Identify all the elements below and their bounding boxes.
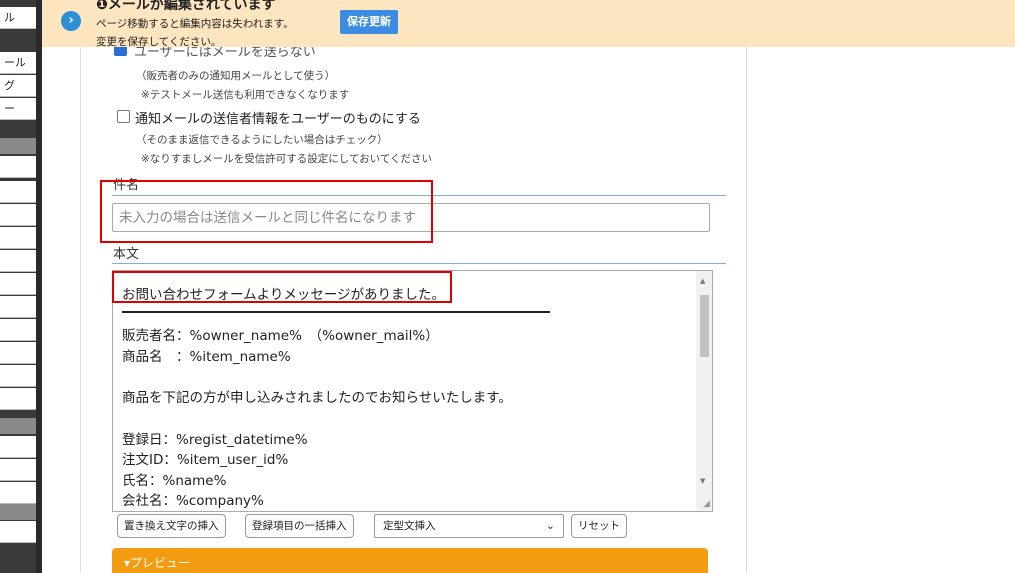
banner-title: ❶メールが編集されています (96, 0, 275, 14)
banner-title-text: メールが編集されています (107, 0, 276, 13)
sidebar-item[interactable] (0, 482, 36, 504)
unsaved-changes-banner: › ❶メールが編集されています ページ移動すると編集内容は失われます。 変更を保… (42, 0, 1015, 48)
sidebar-item[interactable] (0, 227, 36, 249)
info-icon: ❶ (96, 0, 108, 13)
body-scrollbar[interactable]: ▲ ▼ (696, 271, 712, 511)
option-note: ※なりすましメールを受信許可する設定にしておいてください (141, 153, 433, 165)
highlight-box-body-first-line (112, 271, 452, 303)
save-update-button[interactable]: 保存更新 (340, 10, 398, 34)
sidebar-item[interactable] (0, 181, 36, 203)
resize-grip-icon[interactable]: ◢ (703, 499, 710, 509)
sidebar-item[interactable] (0, 250, 36, 272)
sender-user-label: 通知メールの送信者情報をユーザーのものにする (135, 112, 421, 127)
body-line: 商品名 ：%item_name% (122, 349, 291, 365)
option-note: ※テストメール送信も利用できなくなります (141, 89, 350, 101)
scrollbar-thumb[interactable] (700, 295, 709, 357)
sidebar-section-header (0, 504, 36, 520)
chevron-right-icon[interactable]: › (61, 11, 81, 31)
chevron-down-icon: ⌄ (545, 519, 555, 532)
scroll-up-icon[interactable]: ▲ (700, 277, 705, 285)
body-separator-line (122, 311, 550, 313)
sidebar-shadow (36, 0, 42, 573)
sidebar: ル ール グ ー (0, 0, 42, 573)
reset-button[interactable]: リセット (571, 514, 627, 538)
sidebar-item[interactable]: グ (0, 75, 36, 97)
template-select-value: 定型文挿入 (383, 520, 436, 532)
body-line: 登録日：%regist_datetime% (122, 432, 308, 448)
body-line: 会社名：%company% (122, 493, 264, 509)
insert-all-fields-button[interactable]: 登録項目の一括挿入 (245, 514, 354, 538)
option-note: （販売者のみの通知用メールとして使う） (136, 70, 336, 82)
sidebar-item[interactable] (0, 156, 36, 178)
sidebar-item[interactable] (0, 365, 36, 387)
sidebar-item[interactable] (0, 204, 36, 226)
sender-user-checkbox[interactable] (117, 110, 130, 123)
body-line: 氏名：%name% (122, 473, 227, 489)
sidebar-item[interactable] (0, 319, 36, 341)
sidebar-item[interactable]: ー (0, 98, 36, 120)
body-line: 商品を下記の方が申し込みされましたのでお知らせいたします。 (122, 390, 512, 406)
sidebar-item[interactable]: ル (0, 7, 36, 29)
preview-toggle[interactable]: ▾プレビュー (112, 548, 708, 573)
sidebar-item[interactable] (0, 459, 36, 481)
body-label: 本文 (113, 247, 140, 262)
body-line: 販売者名：%owner_name% （%owner_mail%） (122, 328, 439, 344)
banner-message: 変更を保存してください。 (96, 36, 222, 48)
template-select[interactable]: 定型文挿入 ⌄ (374, 514, 564, 538)
body-line: 注文ID：%item_user_id% (122, 452, 289, 468)
scroll-down-icon[interactable]: ▼ (700, 477, 705, 485)
sidebar-item[interactable] (0, 521, 36, 543)
sidebar-item[interactable] (0, 273, 36, 295)
sidebar-item[interactable] (0, 388, 36, 410)
banner-message: ページ移動すると編集内容は失われます。 (96, 18, 294, 30)
highlight-box-subject (100, 180, 433, 243)
sidebar-item[interactable] (0, 342, 36, 364)
insert-placeholder-button[interactable]: 置き換え文字の挿入 (117, 514, 226, 538)
sidebar-section-header (0, 138, 36, 154)
sidebar-item[interactable] (0, 296, 36, 318)
section-divider (112, 263, 726, 264)
option-note: （そのまま返信できるようにしたい場合はチェック） (136, 134, 388, 146)
sidebar-section-header (0, 418, 36, 434)
sidebar-item[interactable]: ール (0, 52, 36, 74)
sidebar-item[interactable] (0, 436, 36, 458)
body-textarea[interactable]: お問い合わせフォームよりメッセージがありました。 販売者名：%owner_nam… (112, 270, 713, 512)
